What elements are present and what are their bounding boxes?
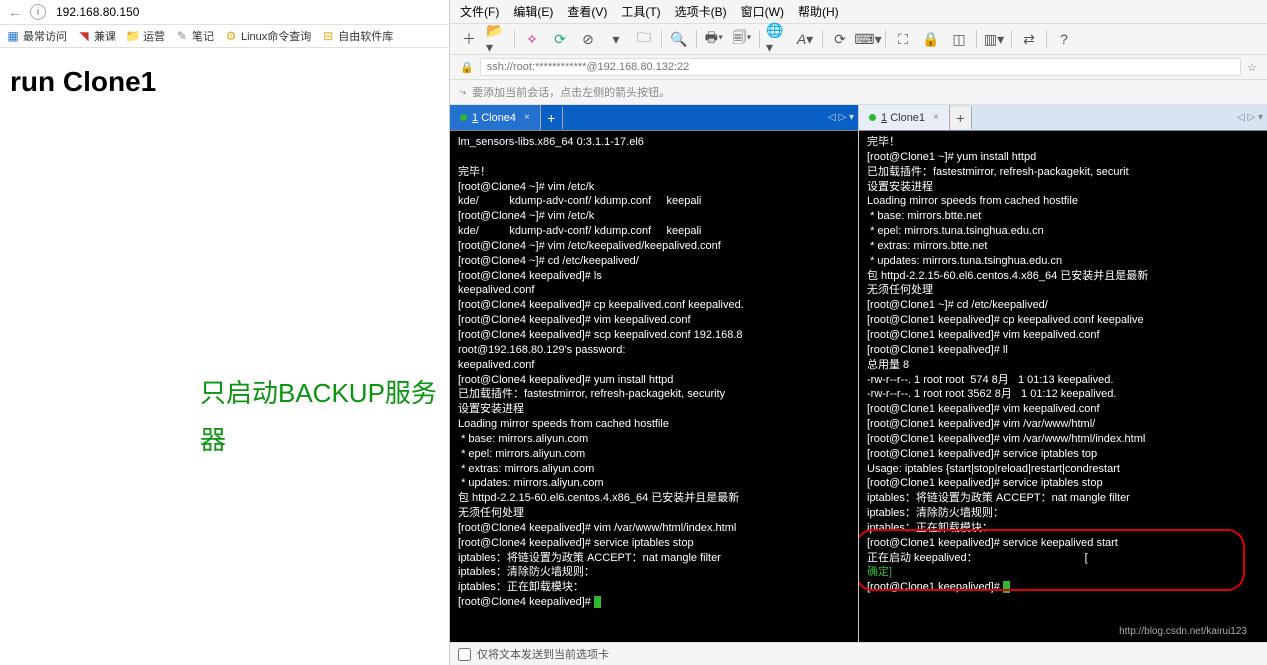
tab-nav-right[interactable]: ◁ ▷ ▾ xyxy=(1237,112,1267,123)
font-button[interactable]: A▾ xyxy=(794,28,816,50)
add-tab-right[interactable]: + xyxy=(950,107,972,129)
pane-right: 1 Clone1 × + ◁ ▷ ▾ 完毕！ [root@Clone1 ~]# … xyxy=(858,105,1267,642)
status-dot-icon xyxy=(460,114,467,121)
browser-window: ← i ▦最常访问 ◥兼课 📁运营 ✎笔记 ⚙Linux命令查询 ⊟自由软件库 … xyxy=(0,0,450,665)
folder-button[interactable]: 🗀 xyxy=(633,28,655,50)
bookmark-freesoft[interactable]: ⊟自由软件库 xyxy=(321,28,393,44)
pane-left: 1 Clone4 × + ◁ ▷ ▾ lm_sensors-libs.x86_6… xyxy=(450,105,858,642)
menu-tools[interactable]: 工具(T) xyxy=(621,3,660,20)
menu-view[interactable]: 查看(V) xyxy=(567,3,607,20)
bookmarks-bar: ▦最常访问 ◥兼课 📁运营 ✎笔记 ⚙Linux命令查询 ⊟自由软件库 xyxy=(0,25,449,48)
status-bar: 仅将文本发送到当前选项卡 xyxy=(450,642,1267,665)
reconnect-button[interactable]: ⟳ xyxy=(549,28,571,50)
tabbar-right: 1 Clone1 × + ◁ ▷ ▾ xyxy=(859,105,1267,131)
copy-button[interactable]: 🖶▾ xyxy=(703,28,725,50)
annotation-overlay: 只启动BACKUP服务器 xyxy=(200,370,449,464)
keys-button[interactable]: ⌨▾ xyxy=(857,28,879,50)
props-button[interactable]: ▾ xyxy=(605,28,627,50)
menu-file[interactable]: 文件(F) xyxy=(460,3,499,20)
back-button[interactable]: ← xyxy=(6,3,24,21)
status-dot-icon xyxy=(869,114,876,121)
globe-button[interactable]: 🌐▾ xyxy=(766,28,788,50)
info-icon[interactable]: i xyxy=(30,4,46,20)
hint-text: 要添加当前会话，点击左侧的箭头按钮。 xyxy=(472,84,670,100)
refresh-button[interactable]: ⟳ xyxy=(829,28,851,50)
menu-edit[interactable]: 编辑(E) xyxy=(513,3,553,20)
browser-addr-bar: ← i xyxy=(0,0,449,25)
split-panes: 1 Clone4 × + ◁ ▷ ▾ lm_sensors-libs.x86_6… xyxy=(450,105,1267,642)
toolbar: ＋ 📂▾ ✧ ⟳ ⊘ ▾ 🗀 🔍 🖶▾ 🗐▾ 🌐▾ A▾ ⟳ ⌨▾ ⛶ 🔒 ◫ … xyxy=(450,24,1267,55)
disconnect-button[interactable]: ⊘ xyxy=(577,28,599,50)
open-button[interactable]: 📂▾ xyxy=(486,28,508,50)
sidebar-button[interactable]: ◫ xyxy=(948,28,970,50)
menu-help[interactable]: 帮助(H) xyxy=(798,3,839,20)
session-address[interactable]: ssh://root:************@192.168.80.132:2… xyxy=(480,58,1241,76)
close-tab-icon[interactable]: × xyxy=(524,112,530,123)
terminal-right[interactable]: 完毕！ [root@Clone1 ~]# yum install httpd 已… xyxy=(859,131,1267,642)
lock-button[interactable]: 🔒 xyxy=(920,28,942,50)
add-tab-left[interactable]: + xyxy=(541,107,563,129)
close-tab-icon[interactable]: × xyxy=(933,112,939,123)
menu-bar: 文件(F) 编辑(E) 查看(V) 工具(T) 选项卡(B) 窗口(W) 帮助(… xyxy=(450,0,1267,24)
send-to-current-checkbox[interactable] xyxy=(458,648,471,661)
hint-arrow-icon[interactable]: ⤷ xyxy=(460,86,466,99)
page-heading: run Clone1 xyxy=(0,48,449,116)
paste-button[interactable]: 🗐▾ xyxy=(731,28,753,50)
sync-button[interactable]: ⇄ xyxy=(1018,28,1040,50)
bookmark-yunying[interactable]: 📁运营 xyxy=(126,28,165,44)
bookmark-jianke[interactable]: ◥兼课 xyxy=(77,28,116,44)
terminal-app: 文件(F) 编辑(E) 查看(V) 工具(T) 选项卡(B) 窗口(W) 帮助(… xyxy=(450,0,1267,665)
fullscreen-button[interactable]: ⛶ xyxy=(892,28,914,50)
terminal-left[interactable]: lm_sensors-libs.x86_64 0:3.1.1-17.el6 完毕… xyxy=(450,131,858,642)
hint-bar: ⤷ 要添加当前会话，点击左侧的箭头按钮。 xyxy=(450,80,1267,105)
tab-nav-left[interactable]: ◁ ▷ ▾ xyxy=(828,112,858,123)
layout-button[interactable]: ▥▾ xyxy=(983,28,1005,50)
star-icon[interactable]: ☆ xyxy=(1247,61,1257,74)
bookmark-notes[interactable]: ✎笔记 xyxy=(175,28,214,44)
bookmark-linux[interactable]: ⚙Linux命令查询 xyxy=(224,28,311,44)
lock-icon: 🔒 xyxy=(460,61,474,74)
tab-clone1[interactable]: 1 Clone1 × xyxy=(859,105,950,130)
search-button[interactable]: 🔍 xyxy=(668,28,690,50)
menu-tabs[interactable]: 选项卡(B) xyxy=(675,3,727,20)
status-text: 仅将文本发送到当前选项卡 xyxy=(477,646,609,662)
tabbar-left: 1 Clone4 × + ◁ ▷ ▾ xyxy=(450,105,858,131)
session-address-bar: 🔒 ssh://root:************@192.168.80.132… xyxy=(450,55,1267,80)
url-input[interactable] xyxy=(52,3,443,21)
new-tab-button[interactable]: ＋ xyxy=(458,28,480,50)
bookmark-most-visited[interactable]: ▦最常访问 xyxy=(6,28,67,44)
wand-button[interactable]: ✧ xyxy=(521,28,543,50)
help-button[interactable]: ? xyxy=(1053,28,1075,50)
menu-window[interactable]: 窗口(W) xyxy=(741,3,784,20)
tab-clone4[interactable]: 1 Clone4 × xyxy=(450,105,541,130)
